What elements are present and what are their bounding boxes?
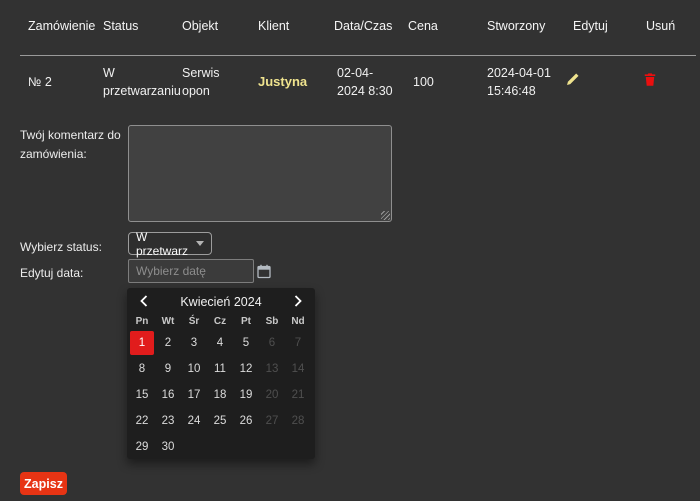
- weekday-label: Śr: [182, 316, 206, 327]
- save-button[interactable]: Zapisz: [20, 472, 67, 495]
- weekday-label: Cz: [208, 316, 232, 327]
- order-row: № 2 W przetwarzaniu Serwis opon Justyna …: [0, 56, 700, 108]
- comment-textarea[interactable]: [128, 125, 392, 222]
- calendar-day: 27: [260, 409, 284, 433]
- orders-table-header: Zamówienie Status Objekt Klient Data/Cza…: [0, 19, 700, 33]
- calendar-day[interactable]: 23: [156, 409, 180, 433]
- calendar-day[interactable]: 25: [208, 409, 232, 433]
- calendar-day[interactable]: 4: [208, 331, 232, 355]
- edit-order-button[interactable]: [565, 72, 580, 90]
- calendar-day: 7: [286, 331, 310, 355]
- calendar-day[interactable]: 22: [130, 409, 154, 433]
- status-select-value: W przetwarz: [136, 230, 196, 258]
- col-header-edit: Edytuj: [561, 19, 635, 33]
- calendar-day[interactable]: 16: [156, 383, 180, 407]
- calendar-day: 13: [260, 357, 284, 381]
- calendar-day[interactable]: 2: [156, 331, 180, 355]
- col-header-order: Zamówienie: [28, 19, 103, 33]
- calendar-day: 14: [286, 357, 310, 381]
- order-client: Justyna: [258, 73, 334, 92]
- status-label: Wybierz status:: [20, 238, 102, 257]
- calendar-day[interactable]: 19: [234, 383, 258, 407]
- order-price: 100: [408, 73, 487, 91]
- weekday-label: Pt: [234, 316, 258, 327]
- calendar-day[interactable]: 15: [130, 383, 154, 407]
- chevron-right-icon: [294, 295, 302, 310]
- calendar-day[interactable]: 24: [182, 409, 206, 433]
- col-header-delete: Usuń: [635, 19, 700, 33]
- calendar-day-grid: 1234567891011121314151617181920212223242…: [130, 331, 310, 459]
- order-number: № 2: [28, 73, 103, 91]
- calendar-day: 28: [286, 409, 310, 433]
- status-select[interactable]: W przetwarz: [128, 232, 212, 255]
- calendar-day: 20: [260, 383, 284, 407]
- col-header-created: Stworzony: [487, 19, 561, 33]
- comment-label: Twój komentarz do zamówienia:: [20, 126, 128, 163]
- date-picker-popup: Kwiecień 2024 Pn Wt Śr Cz Pt Sb Nd 12345…: [127, 288, 315, 459]
- calendar-month-title: Kwiecień 2024: [127, 295, 315, 309]
- calendar-weekday-row: Pn Wt Śr Cz Pt Sb Nd: [130, 316, 310, 327]
- col-header-status: Status: [103, 19, 182, 33]
- order-datetime: 02-04-2024 8:30: [334, 64, 408, 100]
- calendar-day: 6: [260, 331, 284, 355]
- calendar-day[interactable]: 30: [156, 435, 180, 459]
- calendar-icon: [257, 267, 271, 282]
- delete-order-button[interactable]: [643, 72, 657, 90]
- date-label: Edytuj data:: [20, 264, 83, 283]
- order-object: Serwis opon: [182, 64, 258, 100]
- weekday-label: Pn: [130, 316, 154, 327]
- calendar-day[interactable]: 3: [182, 331, 206, 355]
- order-created: 2024-04-01 15:46:48: [487, 64, 561, 100]
- calendar-day[interactable]: 17: [182, 383, 206, 407]
- col-header-price: Cena: [408, 19, 487, 33]
- calendar-day[interactable]: 9: [156, 357, 180, 381]
- open-calendar-button[interactable]: [257, 264, 271, 282]
- calendar-day[interactable]: 8: [130, 357, 154, 381]
- calendar-day[interactable]: 5: [234, 331, 258, 355]
- col-header-client: Klient: [258, 19, 334, 33]
- col-header-object: Objekt: [182, 19, 258, 33]
- calendar-day[interactable]: 18: [208, 383, 232, 407]
- order-status: W przetwarzaniu: [103, 64, 182, 100]
- calendar-day: 21: [286, 383, 310, 407]
- calendar-day[interactable]: 26: [234, 409, 258, 433]
- calendar-day[interactable]: 11: [208, 357, 232, 381]
- calendar-day[interactable]: 12: [234, 357, 258, 381]
- calendar-next-month-button[interactable]: [290, 294, 306, 310]
- calendar-day[interactable]: 10: [182, 357, 206, 381]
- weekday-label: Nd: [286, 316, 310, 327]
- date-input[interactable]: [128, 259, 254, 283]
- trash-icon: [643, 75, 657, 90]
- weekday-label: Sb: [260, 316, 284, 327]
- col-header-datetime: Data/Czas: [334, 19, 408, 33]
- chevron-down-icon: [196, 241, 204, 246]
- pencil-icon: [565, 75, 580, 90]
- calendar-day[interactable]: 1: [130, 331, 154, 355]
- weekday-label: Wt: [156, 316, 180, 327]
- calendar-day[interactable]: 29: [130, 435, 154, 459]
